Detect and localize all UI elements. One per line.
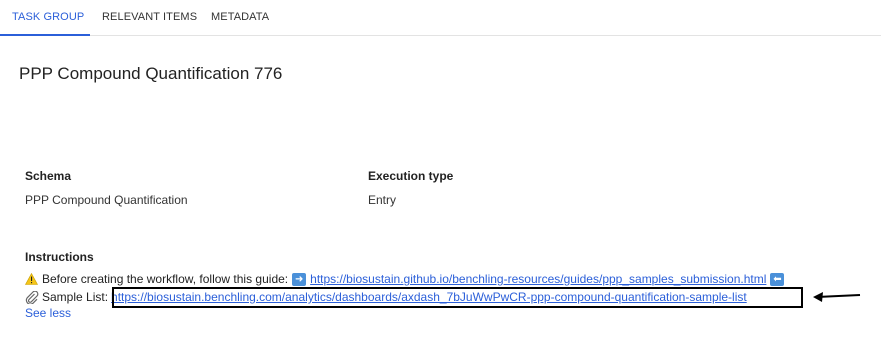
instructions-label: Instructions <box>25 250 94 264</box>
tab-relevant-items[interactable]: RELEVANT ITEMS <box>102 0 197 36</box>
page-title: PPP Compound Quantification 776 <box>19 64 283 83</box>
arrow-right-icon: ➜ <box>292 272 307 286</box>
instruction-line-guide: Before creating the workflow, follow thi… <box>24 272 788 286</box>
arrow-left-icon: ⬅ <box>770 272 785 286</box>
tab-bar: TASK GROUP RELEVANT ITEMS METADATA <box>0 0 881 36</box>
tab-metadata[interactable]: METADATA <box>211 0 269 36</box>
guide-link[interactable]: https://biosustain.github.io/benchling-r… <box>310 272 766 286</box>
sample-list-text: Sample List: <box>42 290 109 304</box>
schema-label: Schema <box>25 169 72 183</box>
active-tab-indicator <box>0 34 90 36</box>
see-less-link[interactable]: See less <box>25 306 71 320</box>
execution-type-value: Entry <box>368 193 397 207</box>
execution-type-label: Execution type <box>368 169 454 183</box>
warning-icon <box>24 272 39 285</box>
paperclip-icon <box>25 290 39 305</box>
instruction-guide-text: Before creating the workflow, follow thi… <box>42 272 289 286</box>
tab-task-group[interactable]: TASK GROUP <box>12 0 84 36</box>
callout-arrow-icon <box>813 292 861 302</box>
link-highlight-box <box>112 287 803 308</box>
schema-value: PPP Compound Quantification <box>25 193 188 207</box>
